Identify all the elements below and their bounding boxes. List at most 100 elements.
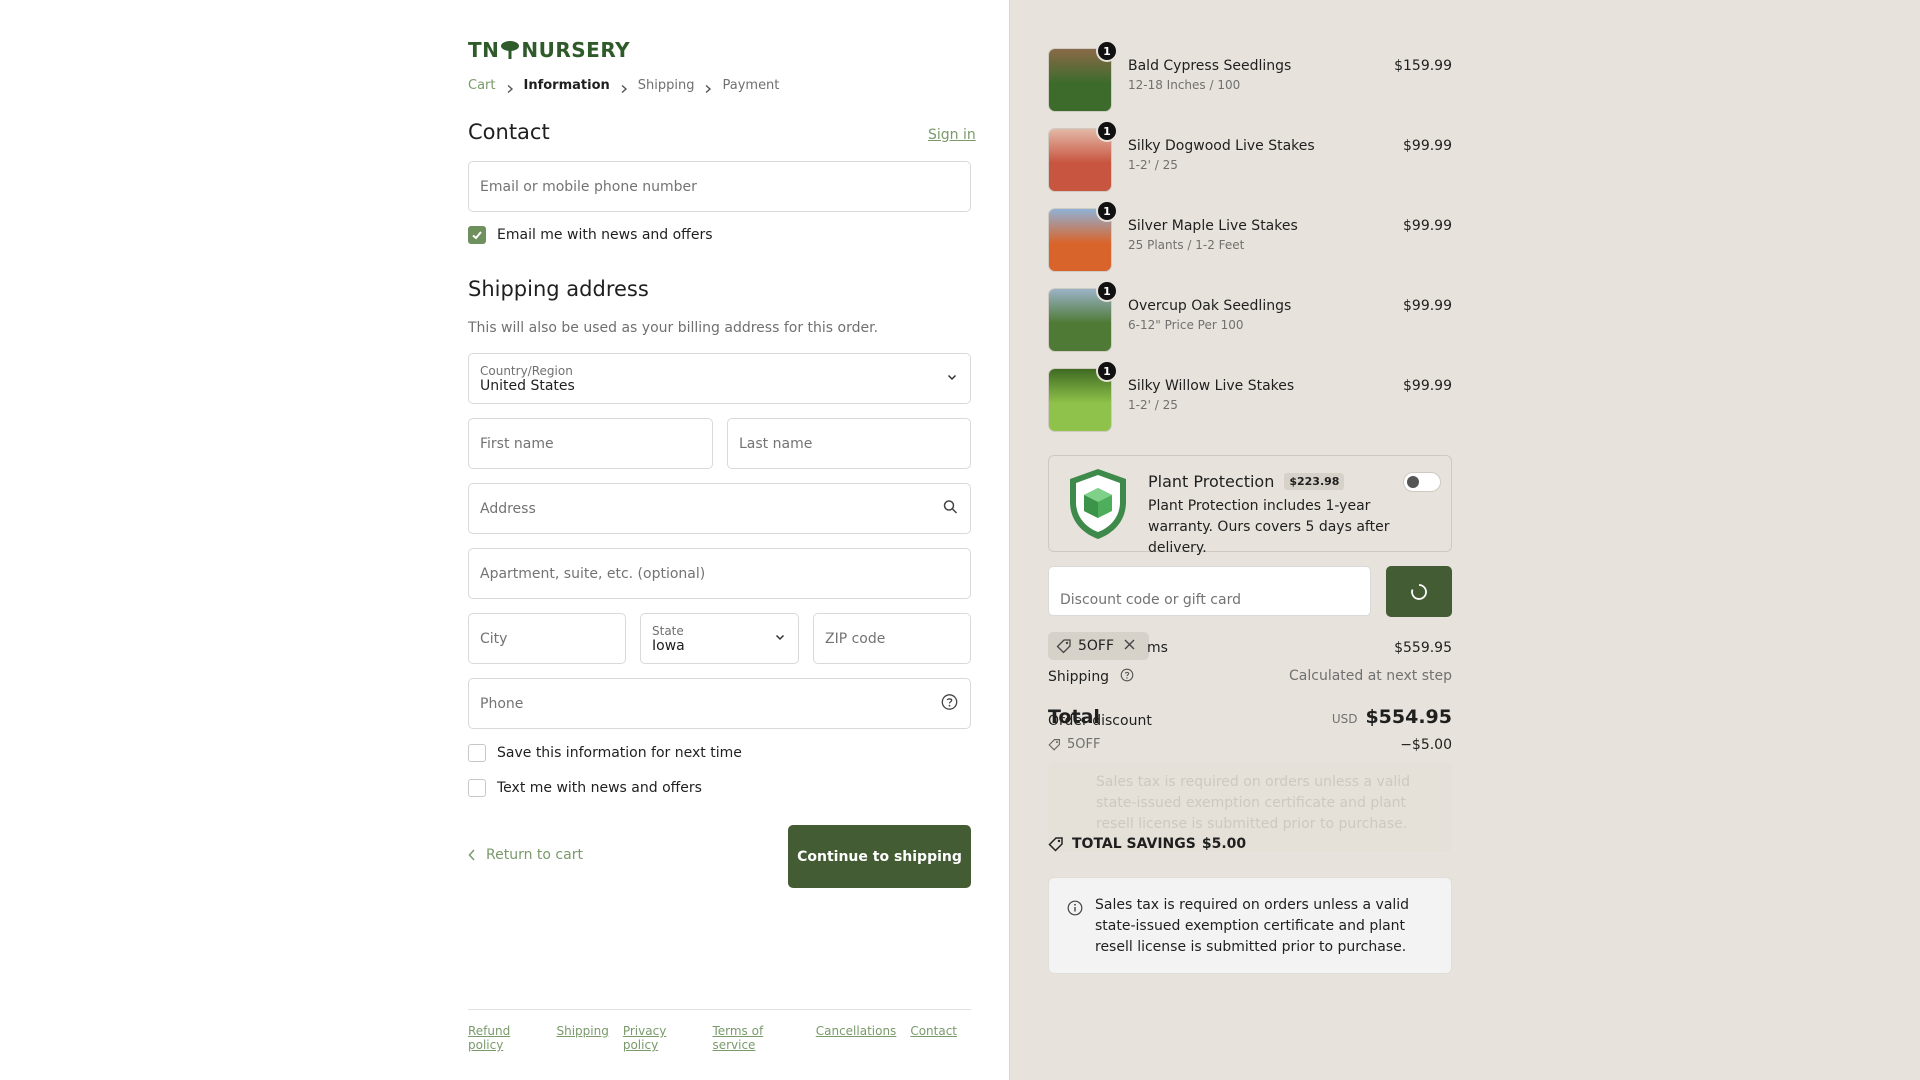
order-discount-code-text: 5OFF [1067,737,1101,752]
item-variant: 1-2' / 25 [1128,158,1178,172]
continue-to-shipping-button[interactable]: Continue to shipping [788,825,971,888]
quantity-badge: 1 [1096,360,1118,382]
sign-in-link[interactable]: Sign in [928,127,976,143]
footer-link-cancellations[interactable]: Cancellations [816,1024,897,1052]
question-circle-icon[interactable] [1120,668,1134,686]
checkbox-empty-icon[interactable] [468,779,486,797]
toggle-knob [1407,476,1419,488]
remove-discount-icon[interactable] [1124,638,1141,654]
shipping-label: Shipping [1048,669,1110,685]
return-label: Return to cart [486,847,583,863]
total-savings-value: $5.00 [1201,836,1247,852]
quantity-badge: 1 [1096,120,1118,142]
state-label: State [652,623,684,638]
logo-text-left: TN [468,38,500,62]
state-select[interactable]: State Iowa [640,613,799,664]
apartment-field[interactable]: Apartment, suite, etc. (optional) [468,548,971,599]
footer-link-shipping[interactable]: Shipping [556,1024,608,1052]
discount-placeholder: Discount code or gift card [1060,592,1241,608]
footer-link-terms[interactable]: Terms of service [712,1024,801,1052]
search-icon [943,499,958,518]
breadcrumb-cart[interactable]: Cart [468,78,496,93]
plant-protection-description: Plant Protection includes 1-year warrant… [1148,498,1390,556]
footer-link-privacy[interactable]: Privacy policy [623,1024,699,1052]
country-select[interactable]: Country/Region United States [468,353,971,404]
return-to-cart-link[interactable]: Return to cart [468,847,583,863]
contact-heading: Contact [468,120,550,144]
last-name-field[interactable]: Last name [727,418,971,469]
order-item: 1 Silky Dogwood Live Stakes 1-2' / 25 $9… [1048,120,1452,192]
info-icon [1067,900,1083,916]
footer-link-refund[interactable]: Refund policy [468,1024,542,1052]
last-name-placeholder: Last name [739,435,813,452]
order-item: 1 Bald Cypress Seedlings 12-18 Inches / … [1048,40,1452,112]
order-item: 1 Silver Maple Live Stakes 25 Plants / 1… [1048,200,1452,272]
item-name: Bald Cypress Seedlings [1128,58,1292,74]
quantity-badge: 1 [1096,280,1118,302]
shipping-address-heading: Shipping address [468,277,649,301]
store-logo[interactable]: TN NURSERY [468,38,630,62]
save-info-label: Save this information for next time [497,745,742,761]
quantity-badge: 1 [1096,40,1118,62]
footer-link-contact[interactable]: Contact [910,1024,957,1052]
email-field[interactable]: Email or mobile phone number [468,161,971,212]
chevron-right-icon [506,82,514,93]
help-circle-icon[interactable] [941,693,958,714]
loading-spinner-icon [1411,583,1427,600]
order-item: 1 Silky Willow Live Stakes 1-2' / 25 $99… [1048,360,1452,432]
plant-protection-title: Plant Protection [1148,472,1275,491]
apply-discount-button[interactable] [1386,566,1452,617]
item-price: $99.99 [1403,218,1452,234]
apartment-placeholder: Apartment, suite, etc. (optional) [480,565,706,582]
zip-field[interactable]: ZIP code [813,613,971,664]
discount-code-input[interactable]: Discount code or gift card [1048,566,1371,616]
applied-discount-tag: 5OFF [1048,632,1150,660]
item-variant: 25 Plants / 1-2 Feet [1128,238,1245,252]
first-name-field[interactable]: First name [468,418,713,469]
item-variant: 1-2' / 25 [1128,398,1178,412]
breadcrumb-payment: Payment [722,78,780,93]
checkbox-checked-icon[interactable] [468,226,486,244]
save-info-checkbox[interactable]: Save this information for next time [468,744,742,762]
item-price: $159.99 [1394,58,1452,74]
tag-icon [1048,837,1063,852]
tag-icon [1048,739,1060,751]
footer-links: Refund policy Shipping Privacy policy Te… [468,1009,971,1052]
plant-protection-price-badge: $223.98 [1284,473,1345,490]
total-value: $554.95 [1365,706,1452,728]
chevron-down-icon [946,371,958,387]
text-offers-label: Text me with news and offers [497,780,702,796]
chevron-left-icon [468,849,475,861]
item-name: Silver Maple Live Stakes [1128,218,1298,234]
total-amount: USD $554.95 [1332,706,1452,728]
phone-field[interactable]: Phone [468,678,971,729]
address-field[interactable]: Address [468,483,971,534]
chevron-right-icon [704,82,712,93]
email-placeholder: Email or mobile phone number [480,178,697,195]
breadcrumb-information: Information [523,78,610,93]
checkbox-empty-icon[interactable] [468,744,486,762]
currency-code: USD [1331,712,1358,726]
country-value: United States [480,377,575,394]
text-offers-checkbox[interactable]: Text me with news and offers [468,779,702,797]
sales-tax-notice: Sales tax is required on orders unless a… [1048,877,1452,974]
subtotal-value: $559.95 [1394,640,1452,656]
order-discount-code: 5OFF [1048,737,1100,752]
sales-tax-notice-text: Sales tax is required on orders unless a… [1095,897,1410,955]
item-price: $99.99 [1403,298,1452,314]
zip-placeholder: ZIP code [825,630,886,647]
item-price: $99.99 [1403,138,1452,154]
phone-placeholder: Phone [480,695,524,712]
chevron-right-icon [620,82,628,93]
item-name: Overcup Oak Seedlings [1128,298,1292,314]
plant-protection-toggle[interactable] [1403,472,1441,492]
country-label: Country/Region [480,363,573,378]
city-field[interactable]: City [468,613,626,664]
shield-icon [1066,466,1130,546]
email-offers-checkbox[interactable]: Email me with news and offers [468,226,713,244]
state-value: Iowa [652,637,685,654]
item-variant: 6-12" Price Per 100 [1128,318,1244,332]
city-placeholder: City [480,630,508,647]
item-price: $99.99 [1403,378,1452,394]
subtotal-label: ms [1147,640,1168,656]
